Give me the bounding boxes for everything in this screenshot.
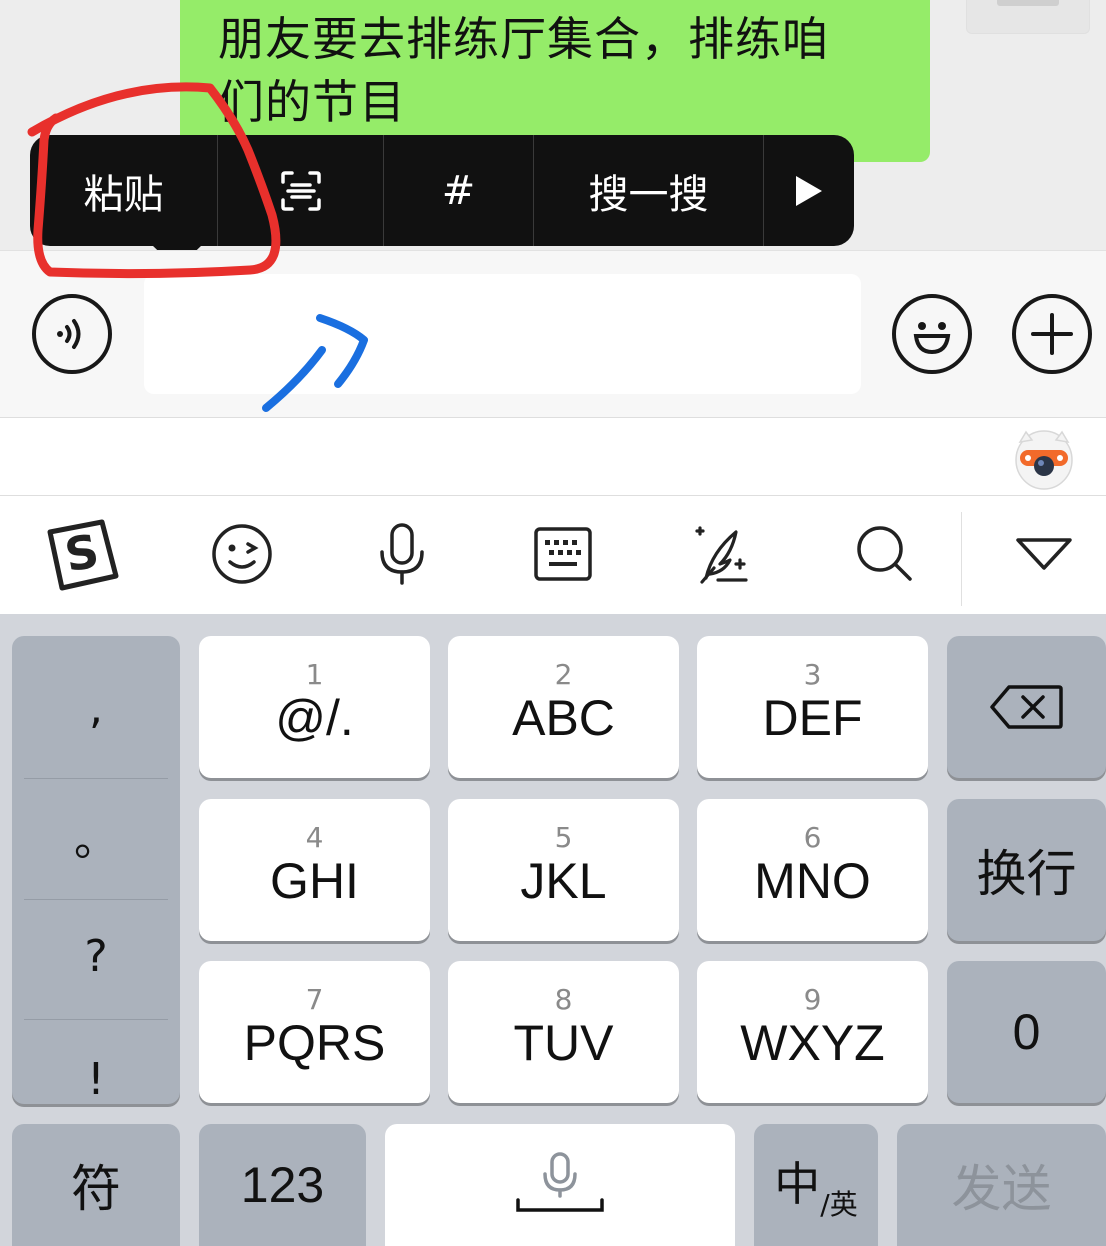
key-number: 7: [305, 983, 324, 1016]
newline-key[interactable]: 换行: [947, 799, 1106, 941]
collapse-keyboard-button[interactable]: [1002, 514, 1086, 594]
scan-text-icon: [280, 170, 321, 211]
smiley-icon: [913, 322, 951, 355]
candidate-bar: [0, 418, 1106, 496]
key-number: 1: [305, 658, 324, 691]
key-letters: ABC: [512, 690, 615, 746]
space-microphone-icon: [516, 1152, 604, 1212]
plus-icon: [1031, 313, 1073, 355]
numbers-key[interactable]: 123: [199, 1124, 366, 1246]
sogou-logo-icon: S: [47, 519, 119, 591]
key-number: 8: [554, 983, 573, 1016]
punct-divider: [24, 1019, 168, 1020]
send-key[interactable]: 发送: [897, 1124, 1106, 1246]
key-zero-label: 0: [1012, 1004, 1041, 1060]
space-key[interactable]: [385, 1124, 735, 1246]
message-input[interactable]: [144, 274, 861, 394]
key-9[interactable]: 9 WXYZ: [697, 961, 928, 1103]
avatar[interactable]: [966, 0, 1090, 34]
message-text-line-2: 们的节目: [218, 75, 406, 129]
symbols-key[interactable]: 符: [12, 1124, 180, 1246]
send-label: 发送: [951, 1160, 1052, 1218]
language-switch-label: 中/英: [774, 1148, 857, 1223]
punct-question-key[interactable]: ?: [12, 906, 180, 1006]
key-1[interactable]: 1 @/.: [199, 636, 430, 778]
context-menu: 粘贴 # 搜一搜: [30, 135, 854, 246]
voice-wave-icon: [57, 319, 81, 349]
key-6[interactable]: 6 MNO: [697, 799, 928, 941]
keyboard-switch-button[interactable]: [521, 514, 605, 594]
hashtag-menu-item[interactable]: #: [384, 135, 534, 246]
key-7[interactable]: 7 PQRS: [199, 961, 430, 1103]
backspace-icon: [989, 685, 1063, 729]
keyboard-icon: [534, 527, 592, 581]
handwriting-feather-icon: [695, 526, 748, 584]
ime-toolbar: S: [0, 496, 1106, 614]
key-letters: WXYZ: [740, 1015, 885, 1071]
search-menu-item[interactable]: 搜一搜: [534, 135, 764, 246]
key-5[interactable]: 5 JKL: [448, 799, 679, 941]
paste-label: 粘贴: [83, 171, 164, 218]
key-letters: TUV: [513, 1015, 614, 1071]
scan-text-menu-item[interactable]: [218, 135, 384, 246]
toolbar-divider: [961, 512, 962, 606]
search-icon: [857, 526, 912, 581]
sogou-mascot-icon[interactable]: [1014, 424, 1074, 490]
punctuation-list: , 。 ? !: [12, 636, 180, 1105]
key-letters: DEF: [762, 690, 863, 746]
lang-sub-label: /英: [820, 1187, 858, 1221]
play-triangle-icon: [796, 175, 822, 206]
punct-comma-key[interactable]: ,: [12, 658, 180, 758]
numbers-label: 123: [240, 1157, 325, 1213]
key-letters: @/.: [275, 690, 354, 746]
voice-input-button[interactable]: [32, 294, 112, 374]
punct-divider: [24, 778, 168, 779]
input-bar: [0, 250, 1106, 418]
punct-period-key[interactable]: 。: [12, 786, 180, 886]
key-letters: GHI: [270, 853, 359, 909]
punct-exclamation-key[interactable]: !: [12, 1024, 180, 1134]
key-2[interactable]: 2 ABC: [448, 636, 679, 778]
key-number: 6: [803, 821, 822, 854]
key-4[interactable]: 4 GHI: [199, 799, 430, 941]
key-number: 9: [803, 983, 822, 1016]
collapse-triangle-icon: [1016, 538, 1072, 570]
t9-keyboard: , 。 ? ! 1 @/. 2 ABC 3 DEF 4 GHI 5 JKL 6 …: [0, 614, 1106, 1246]
sogou-logo-button[interactable]: S: [40, 514, 124, 594]
ime-search-button[interactable]: [843, 514, 927, 594]
voice-input-tool-button[interactable]: [360, 514, 444, 594]
newline-label: 换行: [976, 845, 1077, 903]
key-letters: PQRS: [243, 1015, 386, 1071]
key-8[interactable]: 8 TUV: [448, 961, 679, 1103]
more-options-button[interactable]: [1012, 294, 1092, 374]
key-letters: MNO: [754, 853, 871, 909]
emoji-panel-button[interactable]: [200, 514, 284, 594]
microphone-icon: [380, 523, 424, 585]
paste-menu-item[interactable]: 粘贴: [30, 135, 218, 246]
punct-divider: [24, 899, 168, 900]
lang-main-label: 中: [774, 1156, 821, 1211]
more-menu-item[interactable]: [764, 135, 854, 246]
key-number: 3: [803, 658, 822, 691]
emoji-button[interactable]: [892, 294, 972, 374]
hashtag-label: #: [441, 167, 476, 214]
wink-emoji-icon: [212, 524, 272, 584]
symbols-label: 符: [71, 1160, 121, 1218]
backspace-key[interactable]: [947, 636, 1106, 778]
key-0[interactable]: 0: [947, 961, 1106, 1103]
key-number: 2: [554, 658, 573, 691]
handwriting-button[interactable]: [682, 514, 766, 594]
key-number: 4: [305, 821, 324, 854]
search-label: 搜一搜: [588, 171, 709, 218]
key-number: 5: [554, 821, 573, 854]
message-text-line-1: 朋友要去排练厅集合，排练咱: [218, 12, 829, 66]
key-letters: JKL: [520, 853, 607, 909]
language-switch-key[interactable]: 中/英: [754, 1124, 878, 1246]
key-3[interactable]: 3 DEF: [697, 636, 928, 778]
